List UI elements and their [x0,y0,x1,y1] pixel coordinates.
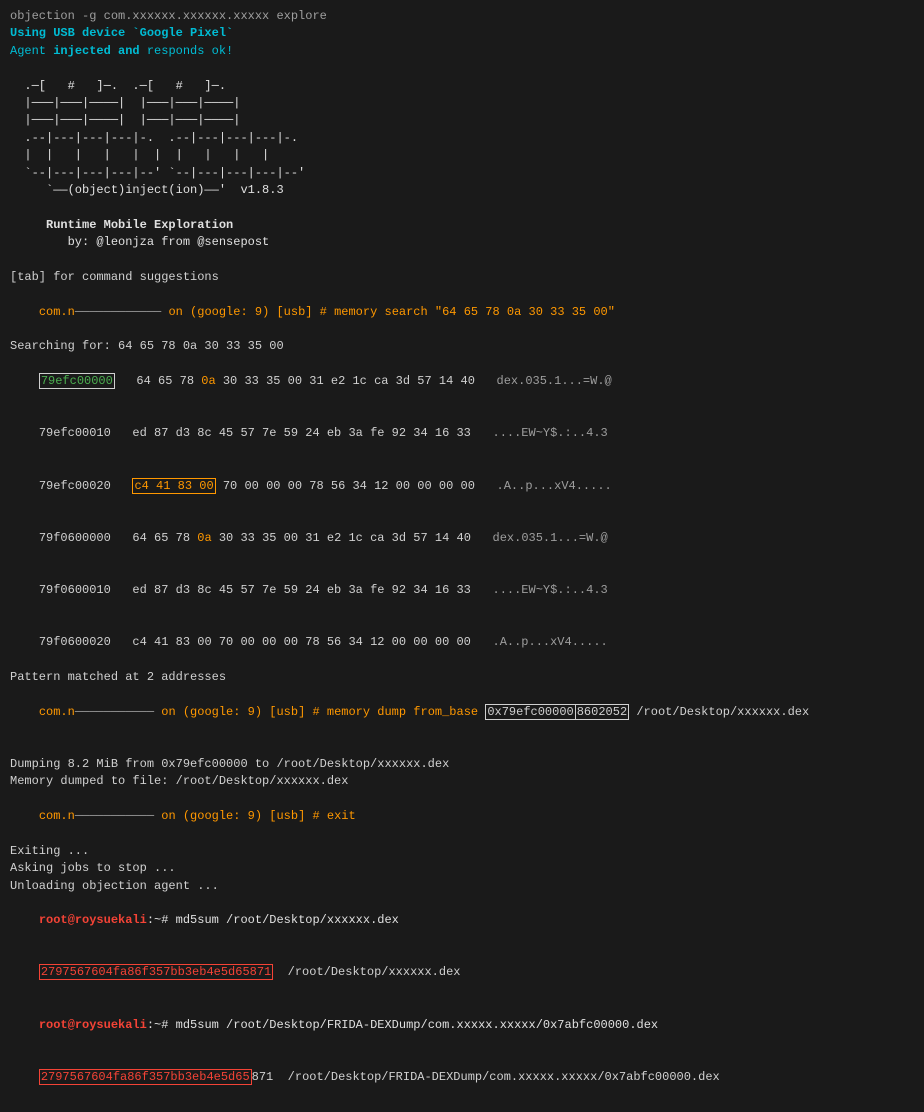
terminal: objection -g com.xxxxxx.xxxxxx.xxxxx exp… [10,8,914,1104]
line-empty4 [10,738,914,755]
hash-box-2: 2797567604fa86f357bb3eb4e5d65 [39,1069,252,1085]
line-unloading: Unloading objection agent ... [10,878,914,895]
line-mem-4: 79f0600000 64 65 78 0a 30 33 35 00 31 e2… [10,512,914,564]
line-exit-cmd: com.n─────────── on (google: 9) [usb] # … [10,791,914,843]
line-empty1 [10,60,914,77]
size-box: 8602052 [575,704,629,720]
line-root-md5-1: root@roysuekali:~# md5sum /root/Desktop/… [10,895,914,947]
line-dumping: Dumping 8.2 MiB from 0x79efc00000 to /ro… [10,756,914,773]
line-dump-cmd: com.n─────────── on (google: 9) [usb] # … [10,686,914,738]
line-empty3 [10,251,914,268]
ascii-art-1: .─[ # ]─. .─[ # ]─. [10,78,914,95]
line-rme1: Runtime Mobile Exploration [10,217,914,234]
cmd-text: objection -g com.xxxxxx.xxxxxx.xxxxx exp… [10,9,327,23]
line-searching: Searching for: 64 65 78 0a 30 33 35 00 [10,338,914,355]
line-tab-hint: [tab] for command suggestions [10,269,914,286]
line-mem-2: 79efc00010 ed 87 d3 8c 45 57 7e 59 24 eb… [10,408,914,460]
line-usb: Using USB device `Google Pixel` [10,25,914,42]
line-agent: Agent injected and responds ok! [10,43,914,60]
line-cmd1: objection -g com.xxxxxx.xxxxxx.xxxxx exp… [10,8,914,25]
line-md5-hash-1: 2797567604fa86f357bb3eb4e5d65871 /root/D… [10,947,914,999]
line-mem-5: 79f0600010 ed 87 d3 8c 45 57 7e 59 24 eb… [10,565,914,617]
line-root-md5-2: root@roysuekali:~# md5sum /root/Desktop/… [10,999,914,1051]
line-mem-6: 79f0600020 c4 41 83 00 70 00 00 00 78 56… [10,617,914,669]
line-mem-3: 79efc00020 c4 41 83 00 70 00 00 00 78 56… [10,460,914,512]
line-rme2: by: @leonjza from @sensepost [10,234,914,251]
bytes-box: c4 41 83 00 [132,478,215,494]
line-pattern-match: Pattern matched at 2 addresses [10,669,914,686]
ascii-art-3: |───|───|────| |───|───|────| [10,112,914,129]
addr-box-2: 0x79efc00000 [485,704,575,720]
hash-box-1: 2797567604fa86f357bb3eb4e5d65871 [39,964,273,980]
line-exiting: Exiting ... [10,843,914,860]
ascii-art-block: .--|---|---|---|-. .--|---|---|---|-. | … [10,130,914,200]
line-memory-dumped: Memory dumped to file: /root/Desktop/xxx… [10,773,914,790]
line-mem-search-cmd: com.n──────────── on (google: 9) [usb] #… [10,286,914,338]
ascii-art-2: |───|───|────| |───|───|────| [10,95,914,112]
line-asking-jobs: Asking jobs to stop ... [10,860,914,877]
line-empty2 [10,199,914,216]
agent-text: Agent injected and responds ok! [10,44,233,58]
line-mem-1: 79efc00000 64 65 78 0a 30 33 35 00 31 e2… [10,356,914,408]
usb-text: Using USB device `Google Pixel` [10,26,233,40]
addr-box-1: 79efc00000 [39,373,115,389]
line-md5-hash-2: 2797567604fa86f357bb3eb4e5d65871 /root/D… [10,1051,914,1103]
